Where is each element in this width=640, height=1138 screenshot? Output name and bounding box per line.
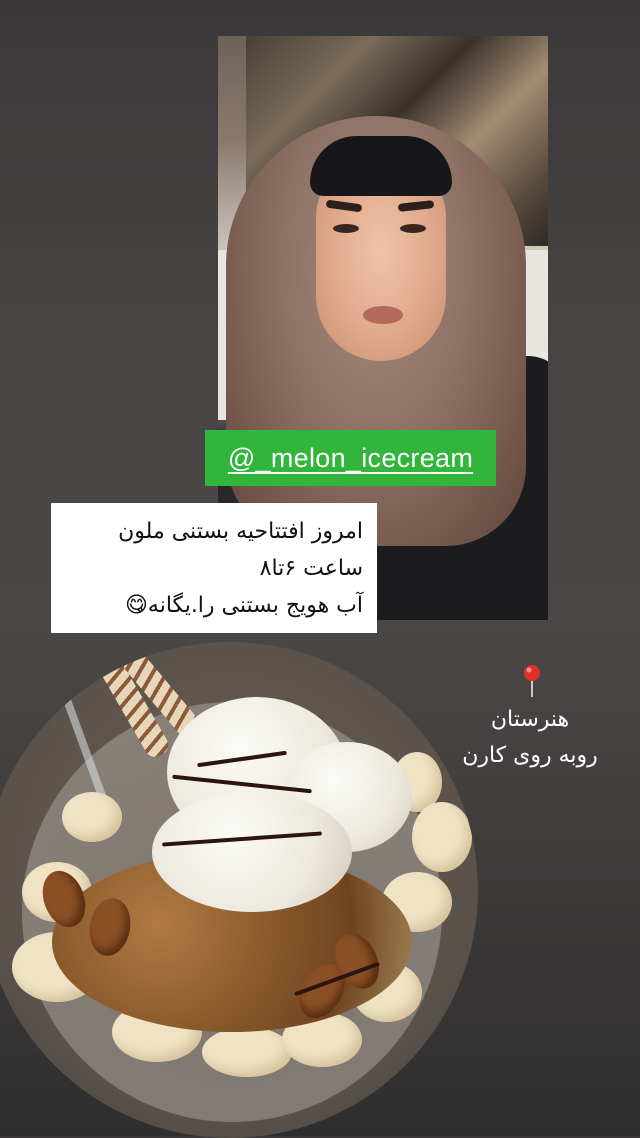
ice-cream-scoop [152,792,352,912]
mention-sticker[interactable]: @_melon_icecream [205,430,496,486]
round-pushpin-icon [524,665,540,697]
caption-line-2: ساعت ۶تا۸ [259,556,363,581]
banana-slice [202,1027,292,1077]
left-eye [333,224,359,233]
location-line-2: روبه روی کارن [462,743,598,768]
caption-text-box: امروز افتتاحیه بستنی ملون ساعت ۶تا۸ آب ه… [51,503,377,633]
caption-line-3: آب هویج بستنی را.یگانه😋 [124,593,363,618]
ice-cream-photo [0,642,478,1138]
location-text: هنرستان روبه روی کارن [440,702,620,774]
hair [310,136,452,196]
location-line-1: هنرستان [490,707,570,732]
right-eye [400,224,426,233]
banana-slice [62,792,122,842]
banana-slice [412,802,472,872]
lips [363,306,403,324]
caption-line-1: امروز افتتاحیه بستنی ملون [118,519,363,544]
